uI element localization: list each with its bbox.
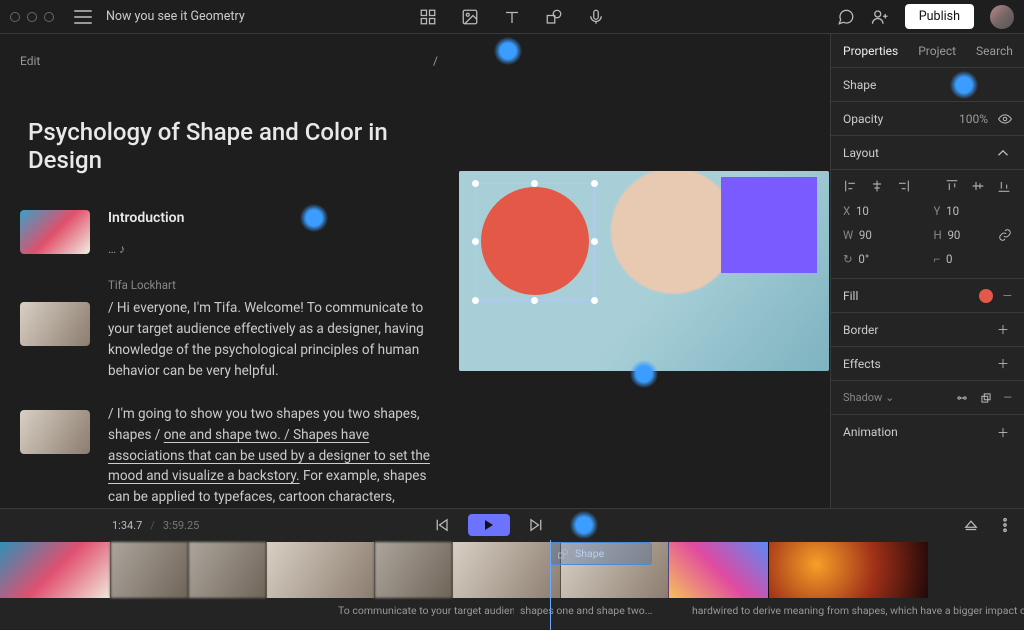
shadow-label[interactable]: Shadow: [843, 391, 882, 404]
properties-panel: Properties Project Search Shape Opacity …: [830, 34, 1024, 508]
link-icon[interactable]: [998, 228, 1012, 242]
paragraph[interactable]: / I'm going to show you two shapes you t…: [108, 404, 438, 508]
add-user-icon[interactable]: [871, 8, 889, 26]
layout-label: Layout: [843, 146, 879, 160]
border-label: Border: [843, 323, 878, 337]
text-icon[interactable]: [503, 8, 521, 26]
shape-square[interactable]: [721, 177, 817, 273]
script-thumb[interactable]: [20, 210, 90, 254]
selection-bounds[interactable]: [475, 183, 595, 301]
chevron-up-icon[interactable]: [994, 144, 1012, 162]
remove-fill-icon[interactable]: —: [1003, 289, 1012, 303]
visibility-icon[interactable]: [998, 112, 1012, 126]
clip[interactable]: [266, 542, 374, 598]
shape-clip[interactable]: Shape: [550, 542, 652, 565]
page-title: Psychology of Shape and Color in Design: [28, 118, 438, 174]
add-icon[interactable]: ＋: [994, 355, 1012, 373]
edit-label: Edit: [20, 54, 40, 68]
align-center-v-icon[interactable]: [970, 178, 986, 194]
shape-label: Shape: [843, 78, 876, 92]
shapes-icon: [557, 548, 569, 560]
clip[interactable]: [0, 542, 110, 598]
speaker-name: Tifa Lockhart: [108, 278, 438, 292]
clip[interactable]: [110, 542, 188, 598]
next-frame-icon[interactable]: [528, 516, 546, 534]
fill-label: Fill: [843, 289, 858, 303]
align-center-h-icon[interactable]: [869, 178, 885, 194]
window-traffic-lights: [10, 12, 54, 22]
fill-swatch[interactable]: [979, 289, 993, 303]
avatar[interactable]: [990, 5, 1014, 29]
align-bottom-icon[interactable]: [996, 178, 1012, 194]
publish-button[interactable]: Publish: [905, 4, 974, 29]
playhead[interactable]: [550, 540, 551, 630]
eject-icon[interactable]: [962, 516, 980, 534]
clip[interactable]: [668, 542, 768, 598]
grid-icon[interactable]: [419, 8, 437, 26]
caption: To communicate to your target audience…: [332, 604, 514, 617]
chevron-down-icon[interactable]: ⌄: [885, 391, 894, 404]
section-title: Introduction: [108, 210, 438, 226]
corner-value[interactable]: 0: [946, 252, 952, 266]
y-value[interactable]: 10: [946, 204, 959, 218]
h-value[interactable]: 90: [947, 228, 960, 242]
highlight-dot: [570, 511, 598, 539]
clip[interactable]: [452, 542, 560, 598]
caption: hardwired to derive meaning from shapes,…: [686, 604, 1024, 617]
canvas-frame[interactable]: [459, 171, 829, 371]
duration: 3:59.25: [163, 519, 199, 532]
mic-icon[interactable]: [587, 8, 605, 26]
shadow-settings-icon[interactable]: [955, 391, 969, 405]
script-thumb[interactable]: [20, 410, 90, 454]
highlight-dot: [950, 71, 978, 99]
timeline-track[interactable]: Shape: [0, 542, 1024, 598]
shadow-style-icon[interactable]: [979, 391, 993, 405]
paragraph[interactable]: / Hi everyone, I'm Tifa. Welcome! To com…: [108, 298, 438, 382]
align-left-icon[interactable]: [843, 178, 859, 194]
prev-frame-icon[interactable]: [432, 516, 450, 534]
current-time: 1:34.7: [112, 519, 142, 532]
menu-button[interactable]: [74, 10, 92, 24]
rotation-value[interactable]: 0°: [858, 252, 869, 266]
align-right-icon[interactable]: [895, 178, 911, 194]
tab-project[interactable]: Project: [918, 44, 956, 58]
opacity-value[interactable]: 100%: [959, 112, 988, 126]
tab-search[interactable]: Search: [976, 44, 1013, 58]
clip[interactable]: [188, 542, 266, 598]
breadcrumb-slash: /: [433, 54, 438, 68]
tab-properties[interactable]: Properties: [843, 44, 898, 58]
image-icon[interactable]: [461, 8, 479, 26]
w-value[interactable]: 90: [859, 228, 872, 242]
add-icon[interactable]: ＋: [994, 423, 1012, 441]
clip[interactable]: [768, 542, 928, 598]
clip[interactable]: [374, 542, 452, 598]
effects-label: Effects: [843, 357, 881, 371]
play-button[interactable]: [468, 514, 510, 536]
remove-effect-icon[interactable]: —: [1003, 391, 1012, 404]
opacity-label: Opacity: [843, 112, 883, 126]
comment-icon[interactable]: [837, 8, 855, 26]
shapes-icon[interactable]: [545, 8, 563, 26]
highlight-dot: [494, 37, 522, 65]
add-icon[interactable]: ＋: [994, 321, 1012, 339]
script-thumb[interactable]: [20, 302, 90, 346]
x-value[interactable]: 10: [856, 204, 869, 218]
music-cue: … ♪: [108, 242, 438, 256]
more-icon[interactable]: [996, 516, 1014, 534]
caption: shapes one and shape two.…: [514, 604, 652, 617]
animation-label: Animation: [843, 425, 898, 439]
align-top-icon[interactable]: [944, 178, 960, 194]
